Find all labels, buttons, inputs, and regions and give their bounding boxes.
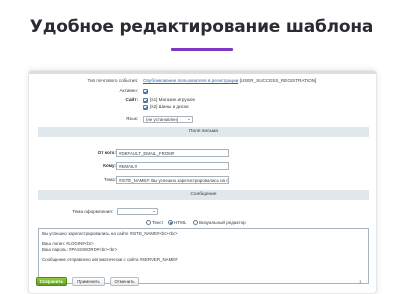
letter-fields-header: Поля письма [38, 127, 369, 137]
site-label: Сайт: [125, 97, 138, 102]
cancel-button[interactable]: Отменить [110, 277, 139, 286]
site-checkbox-s1[interactable] [143, 97, 148, 103]
format-radio-visual[interactable] [193, 220, 198, 225]
event-type-value: Опубликование пользователя в регистрации… [143, 78, 316, 84]
format-radio-text[interactable] [146, 220, 151, 225]
design-theme-select[interactable] [117, 208, 158, 215]
event-type-code: [USER_SUCCESS_REGISTRATION] [239, 78, 317, 83]
from-label: От кого: [97, 150, 116, 155]
event-type-label: Тип почтового события: [87, 78, 139, 83]
format-label-visual: Визуальный редактор [199, 219, 246, 225]
event-type-link[interactable]: Опубликование пользователя в регистрации [143, 78, 238, 83]
active-checkbox[interactable] [143, 88, 148, 94]
apply-button[interactable]: Применить [72, 277, 105, 286]
subject-input[interactable]: #SITE_NAME#: Вы успешно зарегистрировали… [116, 176, 229, 184]
message-body-editor[interactable]: Вы успешно зарегистрировались на сайте #… [38, 228, 369, 284]
active-label: Активен: [119, 88, 138, 93]
subject-label: Тема: [103, 177, 116, 182]
language-label: Язык: [125, 116, 138, 121]
language-select[interactable]: (не установлен) [143, 115, 193, 123]
format-radio-html[interactable] [168, 220, 173, 225]
design-theme-label: Тема оформления: [72, 209, 113, 214]
heading-underline [171, 48, 233, 51]
help-mark: 1 [359, 279, 362, 284]
message-line: Сообщение отправлено автоматически с сай… [42, 256, 178, 262]
from-input[interactable]: #DEFAULT_EMAIL_FROM# [116, 149, 229, 157]
template-edit-form: Тип почтового события: Опубликование пол… [28, 70, 377, 294]
to-label: Кому: [103, 163, 116, 168]
page-heading: Удобное редактирование шаблона [29, 17, 374, 37]
save-button[interactable]: Сохранить [36, 277, 67, 286]
site-checkbox-s2[interactable] [143, 104, 148, 110]
site-option-s2: [s2] Шины и диски [150, 104, 189, 109]
format-label-text: Текст [152, 219, 164, 225]
format-label-html: HTML [174, 219, 187, 225]
message-header: Сообщение [38, 190, 369, 200]
to-input[interactable]: #EMAIL# [116, 162, 229, 170]
panel-top-bar [29, 71, 376, 74]
site-option-s1: [s1] Магазин игрушек [150, 97, 195, 102]
